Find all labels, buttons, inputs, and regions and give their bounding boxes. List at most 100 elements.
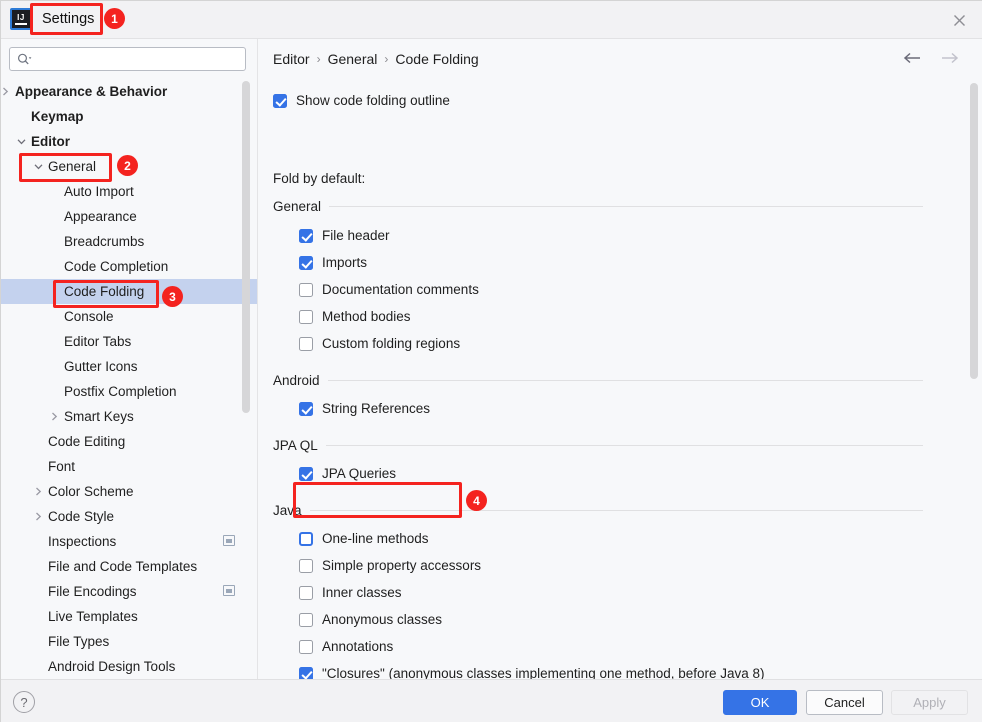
breadcrumb-separator: ›	[384, 52, 389, 66]
content-scrollbar[interactable]	[970, 83, 978, 379]
option-row-custom-folding-regions[interactable]: Custom folding regions	[299, 336, 460, 351]
settings-content-panel: Editor › General › Code Folding Show cod…	[258, 39, 982, 679]
checkbox-file-header[interactable]	[299, 228, 313, 243]
option-label: Inner classes	[322, 585, 402, 600]
sidebar-item-label: Font	[48, 459, 76, 474]
sidebar-item-keymap[interactable]: Keymap	[1, 104, 257, 129]
sidebar-item-appearance[interactable]: Appearance	[1, 204, 257, 229]
breadcrumb-item-general[interactable]: General	[328, 51, 378, 67]
option-row-closures-anonymous-classes-implementing-[interactable]: "Closures" (anonymous classes implementi…	[299, 666, 765, 679]
checkbox-string-references[interactable]	[299, 401, 313, 416]
ok-button[interactable]: OK	[723, 690, 797, 715]
checkbox-imports[interactable]	[299, 255, 313, 270]
option-row-anonymous-classes[interactable]: Anonymous classes	[299, 612, 442, 627]
sidebar-item-smart-keys[interactable]: Smart Keys	[1, 404, 257, 429]
checkbox-inner-classes[interactable]	[299, 585, 313, 600]
checkbox-method-bodies[interactable]	[299, 309, 313, 324]
breadcrumb-separator: ›	[316, 52, 321, 66]
sidebar-item-code-completion[interactable]: Code Completion	[1, 254, 257, 279]
sidebar-item-font[interactable]: Font	[1, 454, 257, 479]
chevron-right-icon[interactable]	[1, 85, 12, 99]
breadcrumb: Editor › General › Code Folding	[273, 51, 479, 67]
sidebar-item-label: Appearance & Behavior	[15, 84, 168, 99]
sidebar-item-label: Code Editing	[48, 434, 126, 449]
section-header-jpa-ql: JPA QL	[273, 438, 923, 453]
sidebar-item-editor-tabs[interactable]: Editor Tabs	[1, 329, 257, 354]
sidebar-item-editor[interactable]: Editor	[1, 129, 257, 154]
show-code-folding-outline-checkbox[interactable]	[273, 93, 287, 108]
sidebar-item-label: Auto Import	[64, 184, 134, 199]
sidebar-item-breadcrumbs[interactable]: Breadcrumbs	[1, 229, 257, 254]
checkbox-anonymous-classes[interactable]	[299, 612, 313, 627]
section-header-android: Android	[273, 373, 923, 388]
sidebar-item-console[interactable]: Console	[1, 304, 257, 329]
chevron-right-icon[interactable]	[31, 510, 45, 524]
checkbox-jpa-queries[interactable]	[299, 466, 313, 481]
breadcrumb-item-editor[interactable]: Editor	[273, 51, 310, 67]
chevron-down-icon[interactable]	[31, 160, 45, 174]
sidebar-item-android-design-tools[interactable]: Android Design Tools	[1, 654, 257, 679]
option-row-method-bodies[interactable]: Method bodies	[299, 309, 411, 324]
arrow-left-icon[interactable]	[902, 51, 922, 65]
checkbox-one-line-methods[interactable]	[299, 531, 313, 546]
option-row-annotations[interactable]: Annotations	[299, 639, 393, 654]
option-row-inner-classes[interactable]: Inner classes	[299, 585, 402, 600]
sidebar-item-label: Postfix Completion	[64, 384, 177, 399]
option-label: String References	[322, 401, 431, 416]
checkbox-closures-anonymous-classes-implementing-[interactable]	[299, 666, 313, 679]
help-icon[interactable]: ?	[13, 691, 35, 713]
sidebar-item-file-encodings[interactable]: File Encodings	[1, 579, 257, 604]
dialog-button-bar: ? OK Cancel Apply	[1, 680, 982, 722]
sidebar-item-color-scheme[interactable]: Color Scheme	[1, 479, 257, 504]
show-code-folding-outline-row[interactable]: Show code folding outline	[273, 93, 450, 108]
close-icon[interactable]	[946, 7, 972, 33]
sidebar-item-file-and-code-templates[interactable]: File and Code Templates	[1, 554, 257, 579]
logo-underline	[15, 22, 27, 25]
sidebar-item-live-templates[interactable]: Live Templates	[1, 604, 257, 629]
sidebar-scrollbar[interactable]	[242, 81, 250, 413]
chevron-down-icon[interactable]	[14, 135, 28, 149]
checkbox-documentation-comments[interactable]	[299, 282, 313, 297]
sidebar-item-label: General	[48, 159, 97, 174]
sidebar-item-gutter-icons[interactable]: Gutter Icons	[1, 354, 257, 379]
checkbox-annotations[interactable]	[299, 639, 313, 654]
logo-text: IJ	[17, 12, 25, 22]
sidebar-item-label: Code Completion	[64, 259, 169, 274]
chevron-right-icon[interactable]	[31, 485, 45, 499]
checkbox-custom-folding-regions[interactable]	[299, 336, 313, 351]
sidebar-item-label: Gutter Icons	[64, 359, 138, 374]
option-row-file-header[interactable]: File header	[299, 228, 390, 243]
cancel-button[interactable]: Cancel	[806, 690, 883, 715]
option-row-simple-property-accessors[interactable]: Simple property accessors	[299, 558, 481, 573]
option-row-documentation-comments[interactable]: Documentation comments	[299, 282, 479, 297]
checkbox-simple-property-accessors[interactable]	[299, 558, 313, 573]
option-row-imports[interactable]: Imports	[299, 255, 367, 270]
search-box[interactable]	[9, 47, 246, 71]
option-row-string-references[interactable]: String References	[299, 401, 430, 416]
option-row-one-line-methods[interactable]: One-line methods	[299, 531, 429, 546]
sidebar-item-postfix-completion[interactable]: Postfix Completion	[1, 379, 257, 404]
sidebar-item-label: File Encodings	[48, 584, 137, 599]
chevron-right-icon[interactable]	[47, 410, 61, 424]
apply-button: Apply	[891, 690, 968, 715]
sidebar-item-label: Console	[64, 309, 114, 324]
sidebar-item-label: Code Folding	[64, 284, 145, 299]
section-rule	[325, 445, 923, 446]
sidebar-item-file-types[interactable]: File Types	[1, 629, 257, 654]
sidebar-item-label: Android Design Tools	[48, 659, 176, 674]
sidebar-item-general[interactable]: General	[1, 154, 257, 179]
search-input[interactable]	[36, 51, 245, 67]
sidebar-item-code-editing[interactable]: Code Editing	[1, 429, 257, 454]
sidebar-item-appearance-behavior[interactable]: Appearance & Behavior	[1, 79, 257, 104]
arrow-right-icon[interactable]	[940, 51, 960, 65]
sidebar-item-code-folding[interactable]: Code Folding	[1, 279, 257, 304]
sidebar-item-auto-import[interactable]: Auto Import	[1, 179, 257, 204]
option-label: Imports	[322, 255, 368, 270]
sidebar-item-label: File Types	[48, 634, 110, 649]
option-row-jpa-queries[interactable]: JPA Queries	[299, 466, 396, 481]
settings-tree[interactable]: Appearance & Behavior Keymap Editor General…	[1, 79, 257, 679]
sidebar-item-code-style[interactable]: Code Style	[1, 504, 257, 529]
project-scope-icon	[223, 585, 235, 596]
sidebar-item-label: Color Scheme	[48, 484, 134, 499]
sidebar-item-inspections[interactable]: Inspections	[1, 529, 257, 554]
